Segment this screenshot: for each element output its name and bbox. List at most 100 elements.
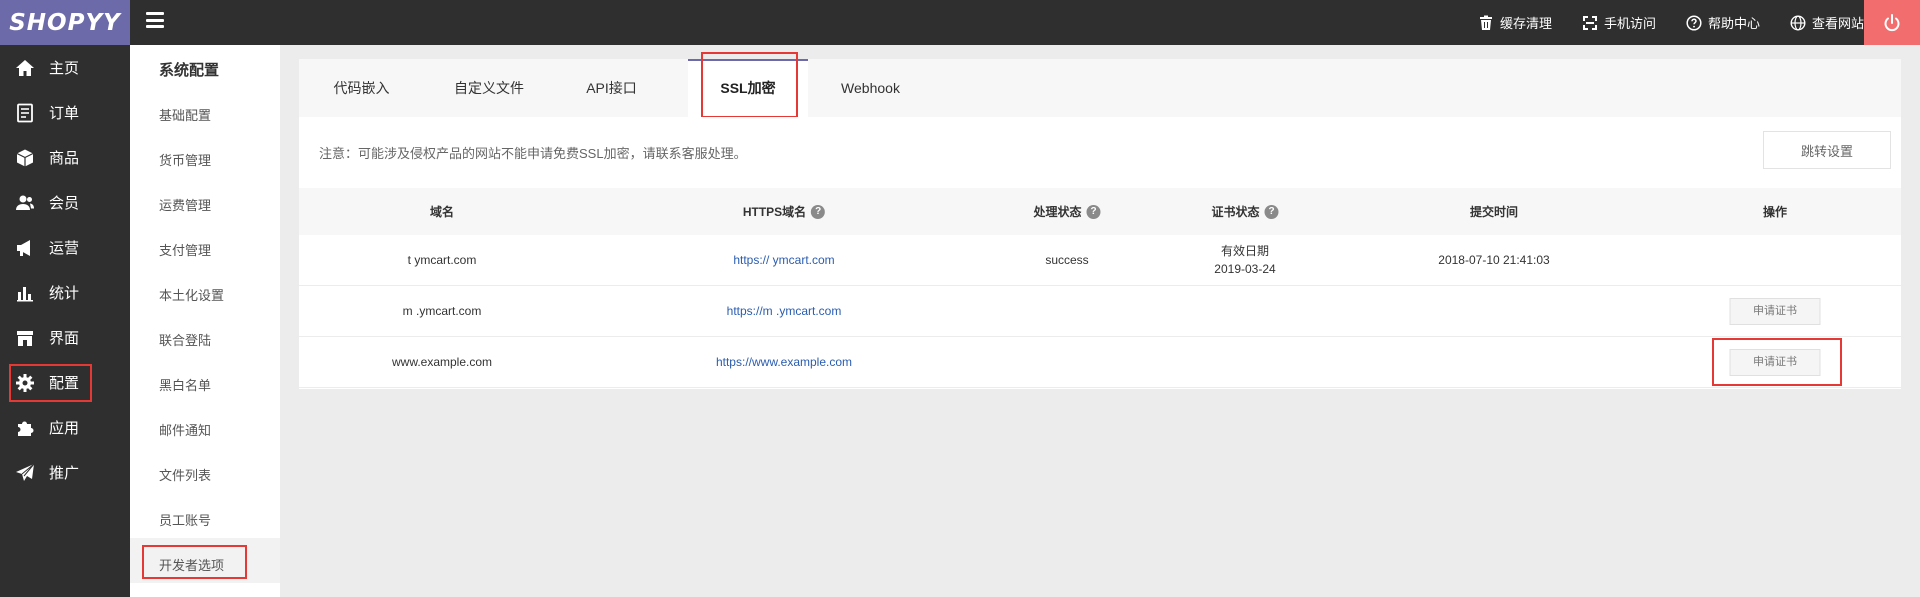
mobile-view-button[interactable]: 手机访问	[1582, 13, 1656, 32]
ssl-panel: 注意：可能涉及侵权产品的网站不能申请免费SSL加密，请联系客服处理。 跳转设置 …	[299, 117, 1901, 389]
tab-code-embed[interactable]: 代码嵌入	[299, 59, 424, 117]
nav-item-label: 主页	[49, 60, 80, 77]
nav-item-home[interactable]: 主页	[0, 45, 130, 90]
nav-item-promotion[interactable]: 推广	[0, 450, 130, 495]
col-actions: 操作	[1762, 205, 1788, 219]
users-icon	[16, 195, 34, 210]
tab-ssl-label: SSL加密	[720, 80, 776, 96]
nav-item-label: 推广	[49, 465, 80, 482]
puzzle-icon	[18, 421, 34, 436]
table-row: m .ymcart.com https://m .ymcart.com 申请证书	[299, 286, 1901, 337]
view-website-label: 查看网站	[1811, 16, 1864, 31]
nav-item-products[interactable]: 商品	[0, 135, 130, 180]
order-icon	[17, 103, 33, 122]
nav-item-members[interactable]: 会员	[0, 180, 130, 225]
logo[interactable]: SHOPYY	[0, 0, 130, 45]
cert-valid-label: 有效日期	[1220, 244, 1270, 258]
domain-cell: www.example.com	[391, 355, 493, 369]
apply-certificate-button[interactable]: 申请证书	[1729, 348, 1821, 376]
top-actions: 缓存清理 手机访问 帮助中心 查看网站	[1448, 0, 1864, 45]
store-icon	[17, 330, 33, 346]
tab-custom-files[interactable]: 自定义文件	[424, 59, 554, 117]
jump-settings-button[interactable]: 跳转设置	[1763, 131, 1891, 169]
cert-cell: 有效日期 2019-03-24	[1214, 235, 1275, 285]
subnav-title: 系统配置	[159, 62, 220, 79]
col-domain: 域名	[429, 205, 455, 219]
https-link[interactable]: https://www.example.com	[716, 353, 852, 371]
tab-webhook[interactable]: Webhook	[808, 59, 933, 117]
cert-valid-date: 2019-03-24	[1214, 262, 1276, 276]
action-cell: 申请证书	[1729, 337, 1821, 387]
top-bar: SHOPYY 缓存清理 手机访问 帮助中心 查看网站	[0, 0, 1920, 45]
help-icon[interactable]: ?	[811, 204, 826, 219]
menu-toggle-icon[interactable]	[146, 12, 164, 28]
help-icon[interactable]: ?	[1086, 204, 1101, 219]
subnav-item-social-login[interactable]: 联合登陆	[159, 330, 211, 349]
nav-item-label: 订单	[49, 105, 80, 122]
tab-api[interactable]: API接口	[554, 59, 669, 117]
help-center-button[interactable]: 帮助中心	[1686, 13, 1760, 32]
nav-item-orders[interactable]: 订单	[0, 90, 130, 135]
nav-item-label: 界面	[49, 330, 80, 347]
nav-item-label: 配置	[49, 375, 80, 392]
https-link[interactable]: https://m .ymcart.com	[727, 302, 842, 320]
status-cell: success	[1045, 253, 1089, 267]
subnav-item-currency[interactable]: 货币管理	[159, 150, 211, 169]
subnav-item-staff[interactable]: 员工账号	[159, 510, 211, 529]
home-icon	[16, 59, 34, 76]
nav-item-label: 运营	[49, 240, 80, 257]
qrcode-icon	[1582, 15, 1597, 30]
power-icon	[1884, 13, 1900, 31]
settings-subnav: 系统配置 基础配置 货币管理 运费管理 支付管理 本土化设置 联合登陆 黑白名单…	[130, 45, 280, 597]
send-icon	[16, 463, 35, 481]
view-website-button[interactable]: 查看网站	[1790, 13, 1864, 32]
table-row: t ymcart.com https:// ymcart.com success…	[299, 235, 1901, 286]
globe-icon	[1790, 14, 1806, 31]
power-button[interactable]	[1864, 0, 1920, 45]
tab-ssl[interactable]: SSL加密	[688, 59, 808, 117]
subnav-item-files[interactable]: 文件列表	[159, 465, 211, 484]
https-cell: https://m .ymcart.com	[727, 286, 842, 336]
col-cert-status: 证书状态?	[1211, 188, 1279, 235]
col-submit-time: 提交时间	[1469, 205, 1519, 219]
time-cell: 2018-07-10 21:41:03	[1438, 253, 1550, 267]
subnav-item-blacklist[interactable]: 黑白名单	[159, 375, 211, 394]
mobile-view-label: 手机访问	[1603, 16, 1656, 31]
nav-item-label: 统计	[49, 285, 80, 302]
gear-icon	[16, 373, 34, 392]
subnav-item-payment[interactable]: 支付管理	[159, 240, 211, 259]
box-icon	[16, 149, 34, 166]
nav-item-label: 商品	[49, 150, 80, 167]
nav-item-statistics[interactable]: 统计	[0, 270, 130, 315]
nav-item-label: 会员	[49, 195, 80, 212]
bar-chart-icon	[17, 286, 33, 301]
subnav-item-localization[interactable]: 本土化设置	[159, 285, 224, 304]
domain-cell: t ymcart.com	[407, 253, 477, 267]
ssl-notice: 注意：可能涉及侵权产品的网站不能申请免费SSL加密，请联系客服处理。	[319, 146, 747, 161]
apply-certificate-button[interactable]: 申请证书	[1729, 297, 1821, 325]
subnav-item-shipping[interactable]: 运费管理	[159, 195, 211, 214]
help-icon[interactable]: ?	[1264, 204, 1279, 219]
domain-cell: m .ymcart.com	[402, 304, 482, 318]
subnav-item-developer[interactable]: 开发者选项	[159, 555, 224, 574]
active-tab-indicator	[688, 59, 808, 61]
nav-item-label: 应用	[49, 420, 80, 437]
main-sidebar: 主页 订单 商品 会员 运营 统计 界面 配置 应用 推广	[0, 45, 130, 597]
subnav-item-basic[interactable]: 基础配置	[159, 105, 211, 124]
nav-item-operations[interactable]: 运营	[0, 225, 130, 270]
subnav-item-email[interactable]: 邮件通知	[159, 420, 211, 439]
megaphone-icon	[17, 239, 30, 256]
clear-cache-label: 缓存清理	[1499, 16, 1552, 31]
table-header: 域名 HTTPS域名? 处理状态? 证书状态? 提交时间 操作	[299, 188, 1901, 235]
table-row: www.example.com https://www.example.com …	[299, 337, 1901, 388]
help-circle-icon	[1686, 14, 1702, 31]
help-center-label: 帮助中心	[1707, 16, 1760, 31]
clear-cache-button[interactable]: 缓存清理	[1478, 13, 1552, 32]
col-https-domain: HTTPS域名?	[743, 188, 826, 235]
https-cell: https:// ymcart.com	[733, 235, 834, 285]
action-cell: 申请证书	[1729, 286, 1821, 336]
nav-item-config[interactable]: 配置	[0, 360, 130, 405]
nav-item-interface[interactable]: 界面	[0, 315, 130, 360]
nav-item-apps[interactable]: 应用	[0, 405, 130, 450]
https-link[interactable]: https:// ymcart.com	[733, 251, 834, 269]
